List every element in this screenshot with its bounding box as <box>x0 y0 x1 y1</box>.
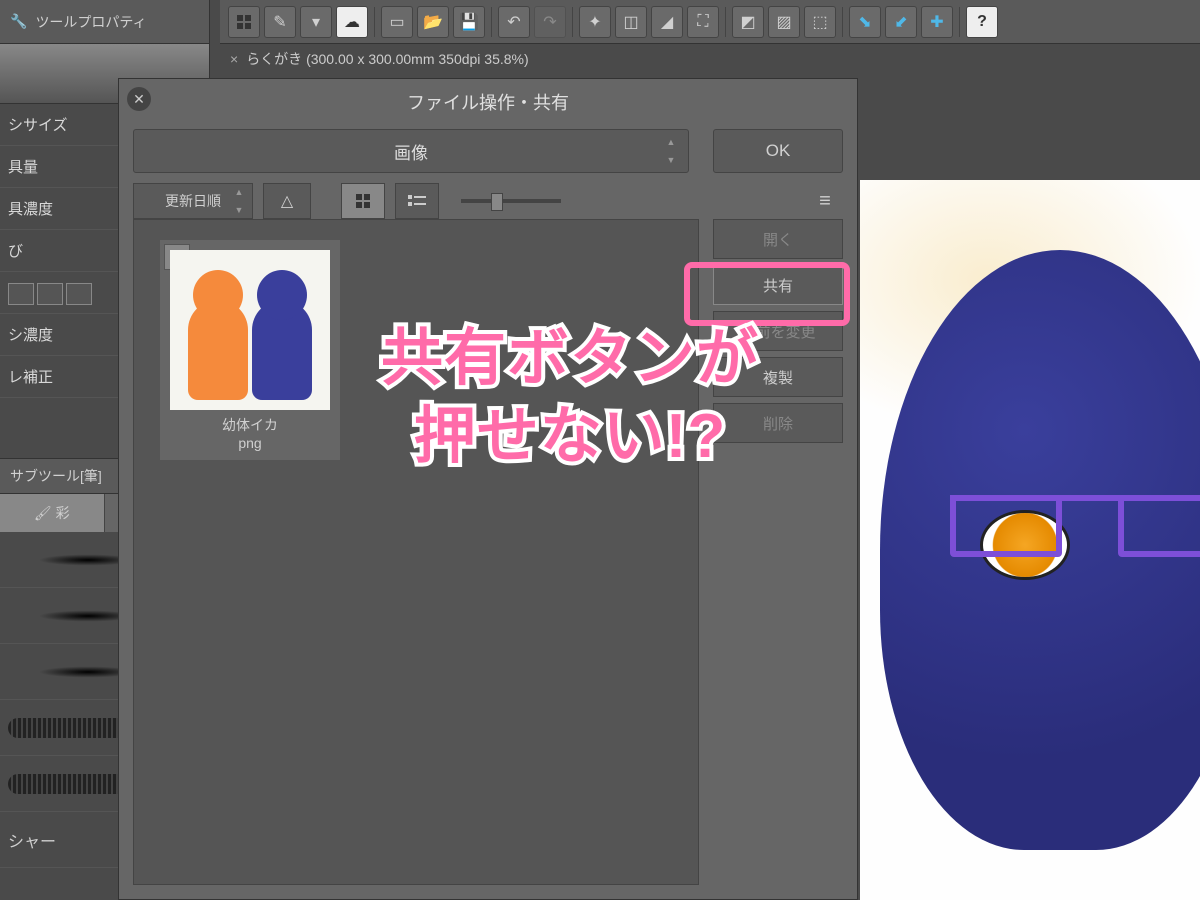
menu-button[interactable]: ≡ <box>807 183 843 219</box>
color-box[interactable] <box>37 283 63 305</box>
annotation-line-1: 共有ボタンが <box>240 320 900 398</box>
tool-property-label: ツールプロパティ <box>35 12 146 32</box>
spinner-icon[interactable]: ▲▼ <box>660 133 682 169</box>
color-boxes <box>8 283 92 305</box>
spread-label: び <box>8 240 23 261</box>
open-button[interactable]: 開く <box>713 219 843 259</box>
brush-preset-label: シャー <box>8 828 56 852</box>
subtool-tab-watercolor[interactable]: 🖌 彩 <box>0 494 105 532</box>
spinner-icon[interactable]: ▲▼ <box>228 183 250 219</box>
annotation-line-2: 押せない!? <box>240 398 900 476</box>
tool-icon[interactable]: ⬚ <box>804 6 836 38</box>
annotation-highlight-box <box>684 262 850 326</box>
opacity-label: シ濃度 <box>8 324 53 345</box>
new-file-icon[interactable]: ▭ <box>381 6 413 38</box>
caret-icon[interactable]: ▾ <box>300 6 332 38</box>
triangle-up-icon: △ <box>281 191 293 211</box>
canvas[interactable] <box>860 180 1200 900</box>
grid-view-button[interactable] <box>341 183 385 219</box>
dialog-close-button[interactable]: ✕ <box>127 87 151 111</box>
subtool-tab-label: 彩 <box>56 503 70 523</box>
brush-size-label: シサイズ <box>8 114 68 135</box>
thumb-art-char <box>188 300 248 400</box>
undo-icon[interactable]: ↶ <box>498 6 530 38</box>
tool-icon[interactable]: ▨ <box>768 6 800 38</box>
color-box[interactable] <box>8 283 34 305</box>
dialog-title: ファイル操作・共有 <box>119 79 857 129</box>
ok-button[interactable]: OK <box>713 129 843 173</box>
annotation-text: 共有ボタンが 押せない!? <box>240 320 900 475</box>
sort-label: 更新日順 <box>165 191 221 211</box>
ink-amount-label: 具量 <box>8 156 38 177</box>
snap-icon[interactable]: ⬋ <box>885 6 917 38</box>
save-icon[interactable]: 💾 <box>453 6 485 38</box>
ok-label: OK <box>766 141 791 161</box>
ink-density-label: 具濃度 <box>8 198 53 219</box>
deselect-icon[interactable]: ✦ <box>579 6 611 38</box>
snap-icon[interactable]: ✚ <box>921 6 953 38</box>
help-icon[interactable]: ? <box>966 6 998 38</box>
stabilize-label: レ補正 <box>8 366 53 387</box>
grid-icon <box>355 193 371 209</box>
grid-icon[interactable] <box>228 6 260 38</box>
hamburger-icon: ≡ <box>819 190 831 213</box>
brush-icon: 🖌 <box>34 505 52 522</box>
subtool-header-label: サブツール[筆] <box>10 466 102 486</box>
document-tabbar: × らくがき (300.00 x 300.00mm 350dpi 35.8%) <box>220 44 1200 74</box>
sort-direction-button[interactable]: △ <box>263 183 311 219</box>
transform-icon[interactable]: ⛶ <box>687 6 719 38</box>
close-tab-icon[interactable]: × <box>230 51 238 67</box>
sort-dropdown[interactable]: 更新日順 ▲▼ <box>133 183 253 219</box>
edit-icon[interactable]: ✎ <box>264 6 296 38</box>
wrench-icon: 🔧 <box>10 13 27 30</box>
category-dropdown[interactable]: 画像 ▲▼ <box>133 129 689 173</box>
document-tab-label[interactable]: らくがき (300.00 x 300.00mm 350dpi 35.8%) <box>246 49 528 69</box>
tool-property-header: 🔧 ツールプロパティ <box>0 0 209 44</box>
invert-icon[interactable]: ◢ <box>651 6 683 38</box>
file-list-area[interactable]: ✓ 幼体イカ png <box>133 219 699 885</box>
list-view-button[interactable] <box>395 183 439 219</box>
tool-icon[interactable]: ◩ <box>732 6 764 38</box>
select-all-icon[interactable]: ◫ <box>615 6 647 38</box>
file-share-dialog: ✕ ファイル操作・共有 画像 ▲▼ OK 更新日順 ▲▼ △ ≡ <box>118 78 858 900</box>
list-icon <box>408 194 426 208</box>
open-label: 開く <box>763 229 793 250</box>
open-folder-icon[interactable]: 📂 <box>417 6 449 38</box>
category-label: 画像 <box>394 139 428 164</box>
close-icon: ✕ <box>133 91 145 108</box>
main-toolbar: ✎ ▾ ☁ ▭ 📂 💾 ↶ ↷ ✦ ◫ ◢ ⛶ ◩ ▨ ⬚ ⬊ ⬋ ✚ ? <box>220 0 1200 44</box>
artwork-glasses <box>950 495 1200 535</box>
color-box[interactable] <box>66 283 92 305</box>
redo-icon[interactable]: ↷ <box>534 6 566 38</box>
cloud-icon[interactable]: ☁ <box>336 6 368 38</box>
snap-icon[interactable]: ⬊ <box>849 6 881 38</box>
thumbnail-size-slider[interactable] <box>461 199 561 203</box>
